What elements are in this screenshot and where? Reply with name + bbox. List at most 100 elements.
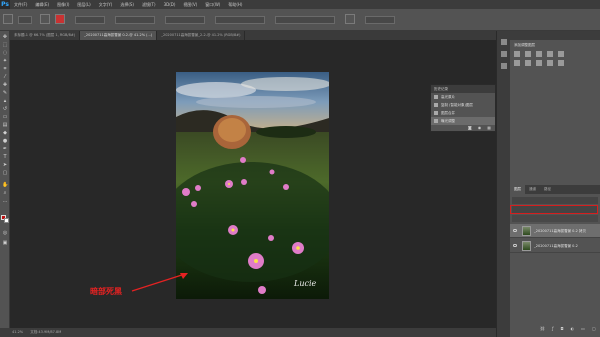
channel-mixer-icon[interactable] [558, 60, 564, 66]
history-item-label: 曝光调整 [441, 119, 455, 123]
fx-icon[interactable]: ƒ [552, 326, 553, 331]
layers-tab[interactable]: 图层 [510, 185, 525, 194]
stamp-tool-icon[interactable]: ▴ [2, 99, 8, 104]
background-color-swatch[interactable] [4, 218, 9, 223]
levels-icon[interactable] [525, 51, 531, 57]
angle-field[interactable] [215, 16, 265, 24]
history-item[interactable]: 高光原片 [431, 93, 495, 101]
quick-mask-icon[interactable]: ◎ [2, 231, 8, 236]
healing-brush-icon[interactable]: ✚ [2, 83, 8, 88]
tool-preset-icon[interactable] [3, 14, 13, 24]
zoom-level[interactable]: 41.2% [12, 330, 23, 334]
menu-item[interactable]: 窗口(W) [201, 2, 224, 8]
sample-field[interactable] [365, 16, 395, 24]
annotation-label: 暗部死黑 [90, 287, 122, 296]
properties-panel-icon[interactable] [501, 51, 507, 57]
link-icon[interactable]: ⛓ [540, 326, 545, 331]
visibility-eye-icon[interactable] [513, 244, 517, 247]
type-tool-icon[interactable]: T [2, 155, 8, 160]
history-panel-title: 历史记录 [431, 85, 495, 93]
menu-item[interactable]: 文字(Y) [95, 2, 117, 8]
menu-item[interactable]: 帮助(H) [224, 2, 246, 8]
landscape-photo-image: Lucie [176, 72, 329, 299]
mask-icon[interactable]: ◘ [561, 326, 564, 331]
menu-item[interactable]: 视图(V) [179, 2, 201, 8]
brush-size-picker[interactable] [18, 16, 32, 24]
snapshot-icon[interactable]: ◙ [468, 125, 472, 130]
mode-select[interactable] [75, 16, 105, 24]
gradient-tool-icon[interactable]: ▤ [2, 123, 8, 128]
eyedropper-icon[interactable]: ⁄ [2, 75, 8, 80]
history-brush-icon[interactable]: ↺ [2, 107, 8, 112]
zoom-tool-icon[interactable]: ⌕ [2, 191, 8, 196]
black-white-icon[interactable] [536, 60, 542, 66]
shape-tool-icon[interactable]: ▢ [2, 171, 8, 176]
eraser-tool-icon[interactable]: ▭ [2, 115, 8, 120]
document-tab[interactable]: _20200711高海拔雪景 0-2-@ 41.2% (...) [80, 31, 158, 40]
actions-panel-icon[interactable] [501, 63, 507, 69]
mode-icon[interactable] [40, 14, 50, 24]
adjustments-panel-header [510, 31, 600, 40]
hand-tool-icon[interactable]: ✋ [2, 183, 8, 188]
more-tools-icon[interactable]: … [2, 199, 8, 204]
history-item-label: 复制 (智能对象)图层 [441, 103, 473, 107]
history-panel-icon[interactable] [501, 39, 507, 45]
screen-mode-icon[interactable]: ▣ [2, 241, 8, 246]
layer-row[interactable]: _20200711高海拔雪景 0-2 [510, 239, 600, 253]
flow-field[interactable] [165, 16, 205, 24]
pen-tool-icon[interactable]: ✒ [2, 147, 8, 152]
layer-thumbnail [522, 241, 531, 251]
magic-wand-icon[interactable]: ✦ [2, 59, 8, 64]
hue-saturation-icon[interactable] [514, 60, 520, 66]
lasso-tool-icon[interactable]: ◌ [2, 51, 8, 56]
settings-gear-icon[interactable] [345, 14, 355, 24]
camera-icon[interactable]: ◉ [478, 125, 482, 130]
menu-item[interactable]: 文件(F) [10, 2, 31, 8]
opacity-field[interactable] [115, 16, 155, 24]
panel-icon-strip [496, 31, 510, 337]
dodge-tool-icon[interactable]: ● [2, 139, 8, 144]
layer-filter-bar[interactable] [512, 197, 598, 204]
photo-filter-icon[interactable] [547, 60, 553, 66]
color-swatch-icon[interactable] [55, 14, 65, 24]
folder-icon[interactable]: ▭ [581, 326, 585, 331]
menu-item[interactable]: 图像(I) [53, 2, 73, 8]
right-dock: 添加调整图层 图层 通道 路径 _20200711高海拔雪景 0-2 拷贝 _2020… [510, 31, 600, 337]
vibrance-icon[interactable] [558, 51, 564, 57]
layer-name: _20200711高海拔雪景 0-2 [534, 244, 578, 248]
path-select-icon[interactable]: ➤ [2, 163, 8, 168]
lock-bar[interactable] [512, 215, 598, 222]
menu-item[interactable]: 选择(S) [116, 2, 138, 8]
layers-panel-tabs: 图层 通道 路径 [510, 185, 600, 194]
adjustment-icon[interactable]: ◐ [571, 326, 575, 331]
layers-tab[interactable]: 通道 [525, 185, 540, 194]
marquee-tool-icon[interactable]: ⬚ [2, 43, 8, 48]
exposure-icon[interactable] [547, 51, 553, 57]
menu-bar: Ps 文件(F) 编辑(E) 图像(I) 图层(L) 文字(Y) 选择(S) 滤镜(T) 3D… [0, 0, 600, 9]
history-actions: ◙ ◉ ▦ [468, 125, 491, 130]
layer-row[interactable]: _20200711高海拔雪景 0-2 拷贝 [510, 224, 600, 238]
menu-item[interactable]: 3D(D) [160, 2, 180, 8]
brightness-icon[interactable] [514, 51, 520, 57]
brush-tool-icon[interactable]: ✎ [2, 91, 8, 96]
layers-tab[interactable]: 路径 [540, 185, 555, 194]
menu-item[interactable]: 滤镜(T) [138, 2, 160, 8]
history-item[interactable]: 复制 (智能对象)图层 [431, 101, 495, 109]
menu-item[interactable]: 编辑(E) [31, 2, 53, 8]
document-photo[interactable]: Lucie [176, 72, 329, 299]
document-tab[interactable]: _20200711高海拔雪景_2-2-@ 41.2% (RGB/8#) [157, 31, 246, 40]
blur-tool-icon[interactable]: ◆ [2, 131, 8, 136]
menu-item[interactable]: 图层(L) [73, 2, 94, 8]
visibility-eye-icon[interactable] [513, 229, 517, 232]
trash-icon[interactable]: ▦ [487, 125, 491, 130]
smoothing-field[interactable] [275, 16, 335, 24]
history-item[interactable]: 曝光调整 [431, 117, 495, 125]
document-tab[interactable]: 未标题-1 @ 66.7% (图层 1, RGB/8#) [10, 31, 81, 40]
history-item[interactable]: 图层合并 [431, 109, 495, 117]
color-balance-icon[interactable] [525, 60, 531, 66]
history-state-icon [434, 103, 438, 107]
curves-icon[interactable] [536, 51, 542, 57]
crop-tool-icon[interactable]: ⌗ [2, 67, 8, 72]
move-tool-icon[interactable]: ✥ [2, 35, 8, 40]
new-layer-icon[interactable]: ▢ [592, 326, 596, 331]
